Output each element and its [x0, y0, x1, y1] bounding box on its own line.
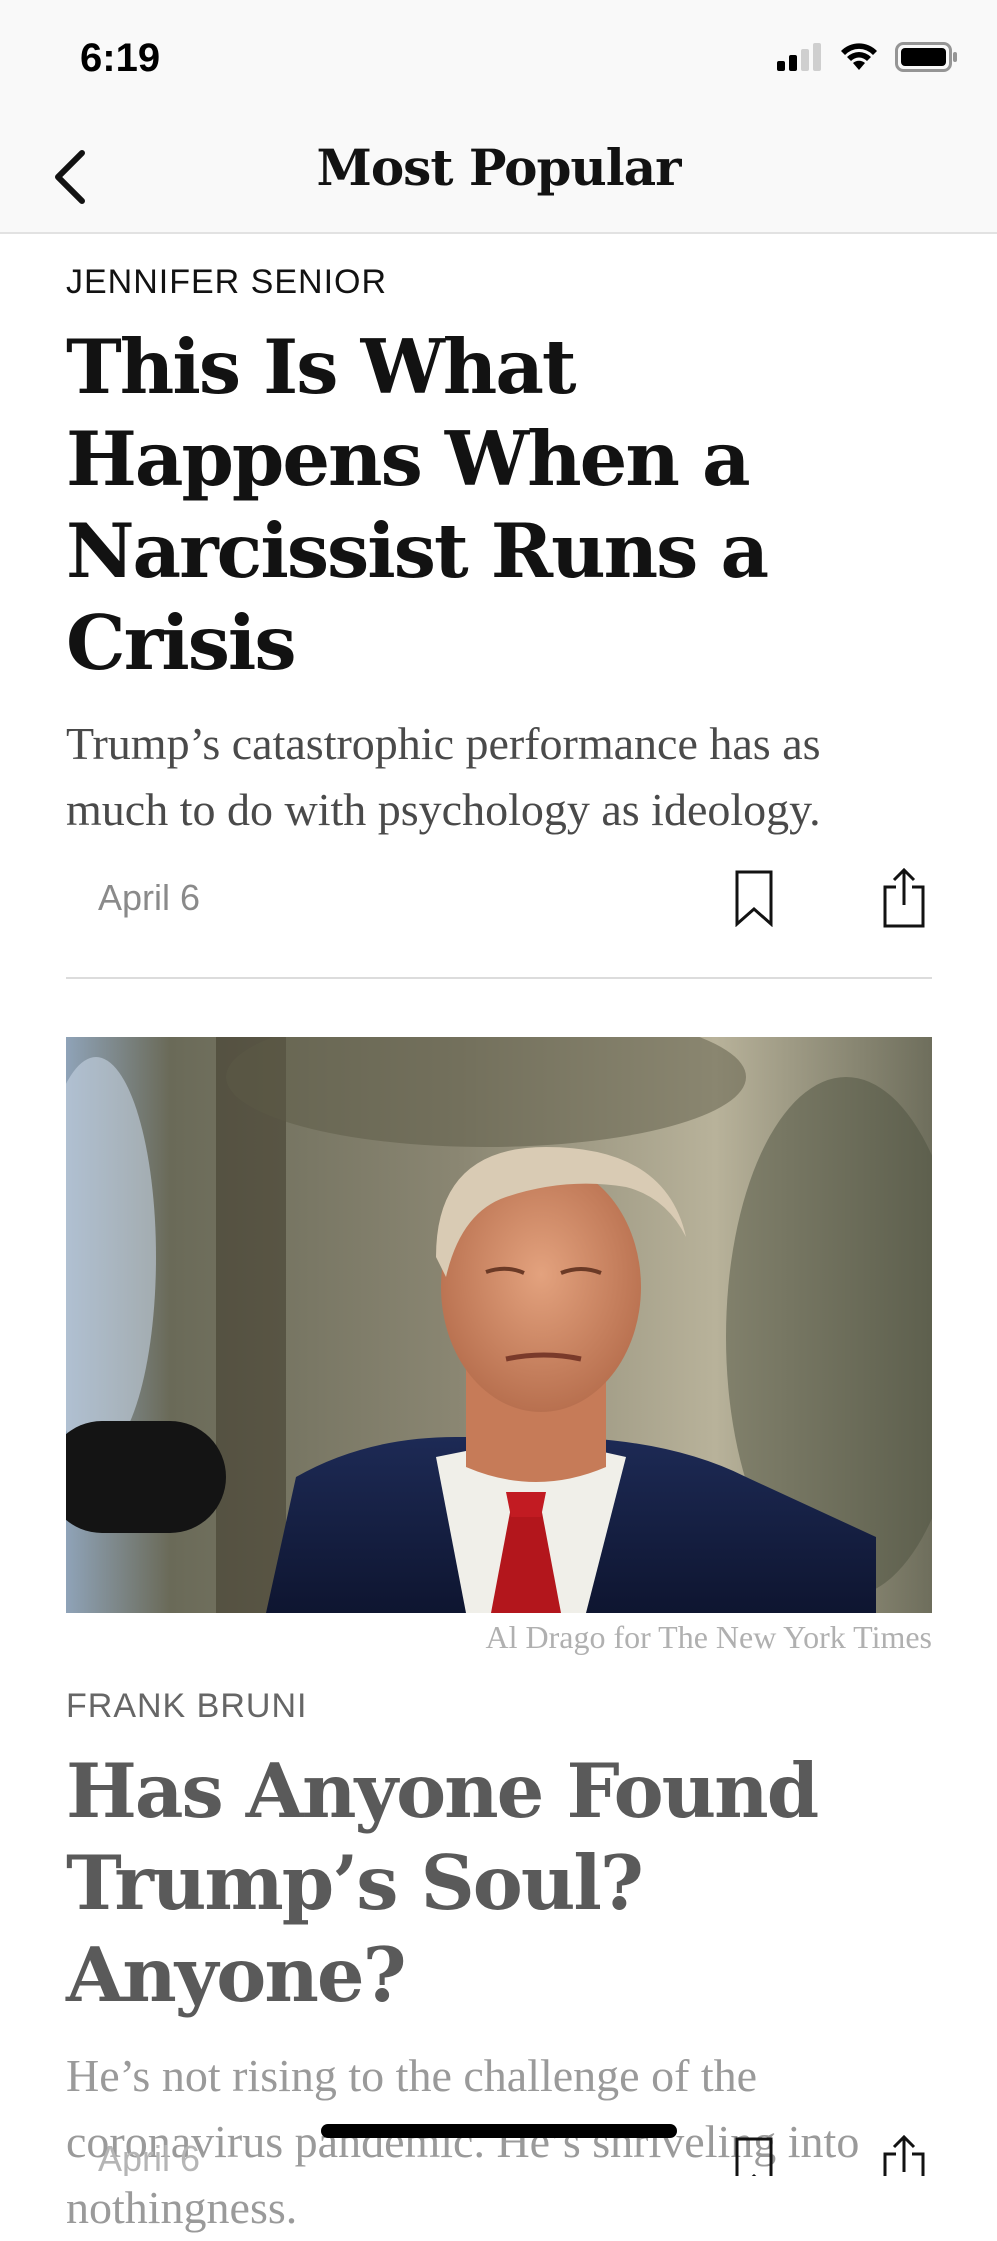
wifi-icon — [841, 43, 877, 70]
share-icon — [883, 867, 925, 928]
article-byline: JENNIFER SENIOR — [66, 263, 388, 301]
article-list: JENNIFER SENIOR This Is What Happens Whe… — [66, 232, 932, 2241]
bookmark-button[interactable] — [722, 863, 786, 933]
article-headline[interactable]: Has Anyone Found Trump’s Soul? Anyone? — [66, 1745, 932, 2021]
battery-icon — [895, 42, 957, 72]
bookmark-icon — [735, 870, 773, 927]
cellular-signal-icon — [777, 43, 821, 71]
article-item[interactable]: Al Drago for The New York Times FRANK BR… — [66, 1036, 932, 2241]
bookmark-button[interactable] — [722, 2130, 786, 2176]
share-button[interactable] — [872, 863, 936, 933]
article-photo-image — [66, 1036, 932, 1613]
bookmark-icon — [735, 2137, 773, 2176]
status-time: 6:19 — [80, 36, 161, 80]
article-meta-row: April 6 — [66, 863, 932, 947]
article-byline: FRANK BRUNI — [66, 1686, 308, 1725]
page-title: Most Popular — [316, 138, 681, 197]
article-headline[interactable]: This Is What Happens When a Narcissist R… — [66, 321, 932, 689]
status-icons — [777, 42, 959, 72]
article-photo[interactable] — [66, 1036, 932, 1613]
nav-header: Most Popular — [0, 120, 997, 234]
article-date: April 6 — [98, 2138, 201, 2176]
home-indicator[interactable] — [321, 2124, 677, 2138]
share-icon — [883, 2134, 925, 2176]
photo-credit: Al Drago for The New York Times — [485, 1618, 932, 1655]
status-bar: 6:19 — [0, 0, 997, 120]
divider — [66, 976, 932, 979]
article-item[interactable]: JENNIFER SENIOR This Is What Happens Whe… — [66, 262, 932, 979]
share-button[interactable] — [872, 2130, 932, 2176]
article-summary: Trump’s catastrophic performance has as … — [66, 717, 821, 835]
article-date: April 6 — [98, 876, 201, 918]
